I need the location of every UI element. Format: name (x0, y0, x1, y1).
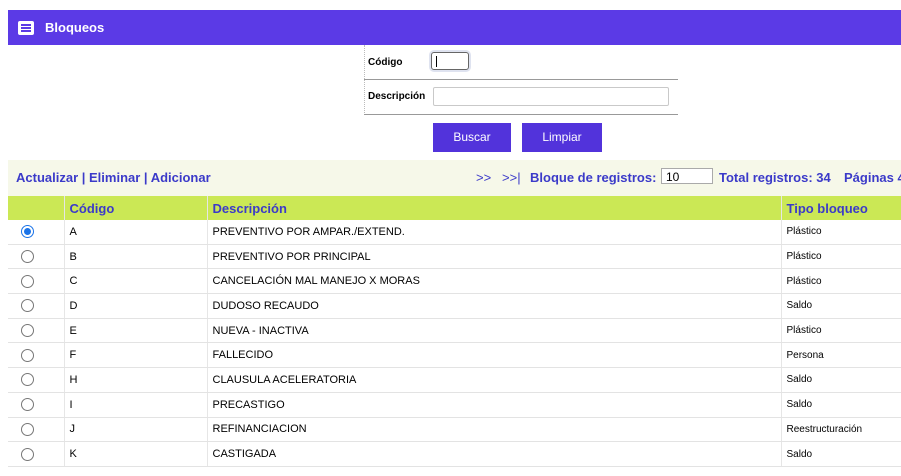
descripcion-cell: CLAUSULA ACELERATORIA (206, 367, 781, 393)
descripcion-input[interactable] (433, 87, 669, 106)
form-row-divider (364, 79, 678, 80)
page-title: Bloqueos (45, 20, 105, 35)
tipo-cell: Plástico (780, 268, 901, 295)
tipo-cell: Persona (780, 342, 901, 369)
descripcion-cell: DUDOSO RECAUDO (206, 293, 781, 319)
codigo-cell: B (63, 244, 207, 270)
search-form: Código Descripción (358, 45, 678, 115)
table-header-row: Código Descripción Tipo bloqueo (8, 196, 901, 220)
link-separator: | (140, 170, 151, 185)
codigo-column-header[interactable]: Código (63, 196, 207, 220)
descripcion-cell: PREVENTIVO POR AMPAR./EXTEND. (206, 220, 781, 245)
descripcion-cell: NUEVA - INACTIVA (206, 318, 781, 344)
form-divider (364, 45, 365, 115)
tipo-cell: Plástico (780, 244, 901, 270)
row-select-radio-cell (8, 220, 64, 245)
bloqueos-table: Código Descripción Tipo bloqueo A PREVENT… (8, 196, 901, 467)
bloque-label: Bloque de registros: (530, 170, 657, 185)
row-select-radio[interactable] (21, 398, 35, 412)
table-row[interactable]: J REFINANCIACION Reestructuración (8, 417, 901, 443)
form-bottom-divider (364, 114, 678, 115)
row-select-radio[interactable] (21, 373, 35, 387)
row-select-radio-cell (8, 417, 64, 443)
descripcion-cell: REFINANCIACION (206, 417, 781, 443)
descripcion-cell: PRECASTIGO (206, 392, 781, 418)
eliminar-link[interactable]: Eliminar (89, 170, 140, 185)
row-select-radio-cell (8, 441, 64, 467)
tipo-cell: Saldo (780, 441, 901, 467)
row-select-radio[interactable] (21, 299, 35, 313)
codigo-label: Código (368, 57, 403, 68)
bloque-input[interactable]: 10 (661, 168, 713, 184)
tipo-cell: Saldo (780, 293, 901, 319)
list-icon (18, 21, 34, 35)
total-registros: Total registros: 34 (719, 170, 831, 185)
row-select-radio-cell (8, 244, 64, 270)
codigo-cell: E (63, 318, 207, 344)
table-row[interactable]: I PRECASTIGO Saldo (8, 392, 901, 418)
row-select-radio-cell (8, 367, 64, 393)
row-select-radio-cell (8, 268, 64, 295)
codigo-cell: J (63, 417, 207, 443)
codigo-cell: F (63, 342, 207, 369)
buscar-button[interactable]: Buscar (433, 123, 511, 152)
table-row[interactable]: D DUDOSO RECAUDO Saldo (8, 293, 901, 319)
row-select-radio[interactable] (21, 348, 35, 362)
pagination-nav: >> >>| (476, 170, 521, 185)
table-row[interactable]: C CANCELACIÓN MAL MANEJO X MORAS Plástico (8, 268, 901, 295)
row-select-radio[interactable] (21, 422, 35, 436)
table-row[interactable]: H CLAUSULA ACELERATORIA Saldo (8, 367, 901, 393)
row-select-radio[interactable] (21, 225, 35, 239)
row-select-radio-cell (8, 342, 64, 369)
limpiar-button[interactable]: Limpiar (522, 123, 602, 152)
descripcion-label: Descripción (368, 91, 426, 102)
adicionar-link[interactable]: Adicionar (151, 170, 211, 185)
table-row[interactable]: E NUEVA - INACTIVA Plástico (8, 318, 901, 344)
paginas-count: Páginas 4 (844, 170, 901, 185)
action-links: Actualizar | Eliminar | Adicionar (16, 170, 211, 185)
descripcion-column-header[interactable]: Descripción (206, 196, 781, 220)
row-select-radio[interactable] (21, 324, 35, 338)
tipo-cell: Plástico (780, 220, 901, 245)
descripcion-cell: PREVENTIVO POR PRINCIPAL (206, 244, 781, 270)
row-select-radio[interactable] (21, 274, 35, 288)
row-select-radio-cell (8, 318, 64, 344)
actualizar-link[interactable]: Actualizar (16, 170, 78, 185)
descripcion-cell: CANCELACIÓN MAL MANEJO X MORAS (206, 268, 781, 295)
tipo-column-header[interactable]: Tipo bloqueo (780, 196, 901, 220)
codigo-cell: D (63, 293, 207, 319)
codigo-input[interactable] (431, 52, 469, 70)
link-separator: | (78, 170, 90, 185)
codigo-cell: H (63, 367, 207, 393)
tipo-cell: Saldo (780, 367, 901, 393)
table-toolbar: Actualizar | Eliminar | Adicionar >> >>|… (8, 160, 901, 196)
row-select-radio-cell (8, 392, 64, 418)
codigo-cell: I (63, 392, 207, 418)
page-header: Bloqueos (8, 10, 901, 45)
last-page-link[interactable]: >>| (502, 170, 521, 185)
tipo-cell: Plástico (780, 318, 901, 344)
table-row[interactable]: F FALLECIDO Persona (8, 342, 901, 369)
descripcion-cell: FALLECIDO (206, 342, 781, 369)
codigo-cell: A (63, 220, 207, 245)
codigo-cell: C (63, 268, 207, 295)
table-row[interactable]: K CASTIGADA Saldo (8, 441, 901, 467)
next-page-link[interactable]: >> (476, 170, 491, 185)
select-column-header (8, 196, 64, 220)
text-caret (436, 56, 437, 67)
row-select-radio-cell (8, 293, 64, 319)
table-row[interactable]: B PREVENTIVO POR PRINCIPAL Plástico (8, 244, 901, 270)
tipo-cell: Saldo (780, 392, 901, 418)
tipo-cell: Reestructuración (780, 417, 901, 443)
descripcion-cell: CASTIGADA (206, 441, 781, 467)
row-select-radio[interactable] (21, 250, 35, 264)
codigo-cell: K (63, 441, 207, 467)
row-select-radio[interactable] (21, 447, 35, 461)
table-row[interactable]: A PREVENTIVO POR AMPAR./EXTEND. Plástico (8, 220, 901, 245)
